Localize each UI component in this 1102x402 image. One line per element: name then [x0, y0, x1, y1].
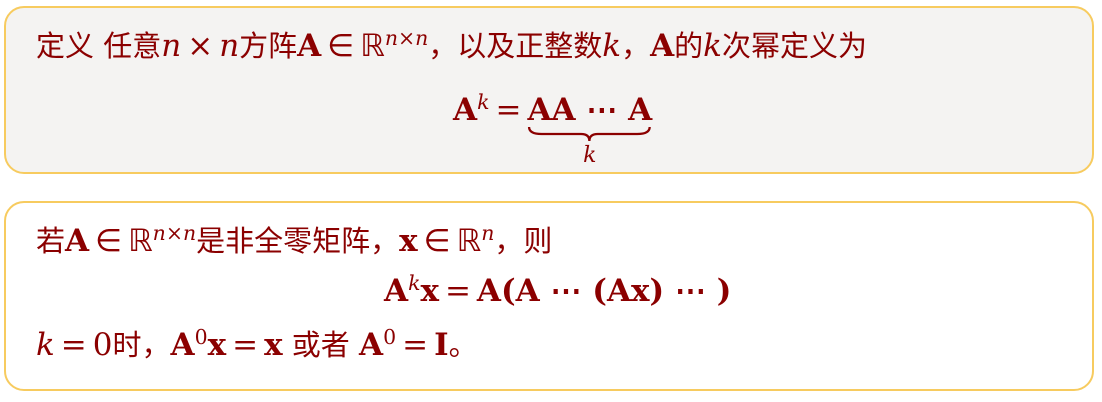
definition-label: 定义 [36, 29, 95, 63]
symbol-A: A [384, 273, 409, 309]
comma: ， [621, 29, 651, 63]
text-then: ，则 [494, 224, 553, 258]
symbol-R: ℝ [456, 223, 482, 259]
superscript-nxn: n×n [152, 220, 197, 245]
symbol-A: A [650, 28, 675, 64]
underbrace-label-k: k [583, 143, 597, 168]
superscript-k: k [408, 270, 421, 295]
text-power-defined-as: 次幂定义为 [721, 29, 867, 63]
equals-sign: = [232, 327, 259, 363]
superscript-n: n [481, 220, 495, 245]
symbol-n: n [161, 28, 182, 64]
symbol-n: n [219, 28, 240, 64]
superscript-zero: 0 [194, 324, 208, 349]
superscript-nxn: n×n [384, 25, 429, 50]
number-zero: 0 [92, 327, 113, 363]
symbol-k: k [36, 327, 55, 363]
nested-product-rhs: A(A ⋯ (Ax) ⋯ ) [476, 273, 732, 309]
equals-sign: = [444, 273, 471, 309]
symbol-in: ∈ [423, 223, 451, 259]
superscript-k: k [477, 89, 490, 114]
text-any: 任意 [94, 29, 162, 63]
symbol-x: x [264, 327, 283, 363]
symbol-x: x [420, 273, 439, 309]
symbol-A: A [297, 28, 322, 64]
text-if: 若 [36, 224, 66, 258]
definition-box: 定义 任意n × n方阵A ∈ ℝn×n，以及正整数k，A的k次幂定义为 Ak = AA ⋯… [4, 6, 1094, 174]
symbol-in: ∈ [327, 28, 355, 64]
symbol-x: x [207, 327, 227, 363]
superscript-zero: 0 [383, 324, 397, 349]
text-or: 或者 [282, 328, 359, 362]
symbol-k: k [602, 28, 622, 64]
property-condition-text: 若A ∈ ℝn×n是非全零矩阵，x ∈ ℝn，则 [36, 223, 552, 259]
equals-sign: = [60, 327, 87, 363]
symbol-R: ℝ [360, 28, 385, 64]
symbol-A: A [359, 327, 384, 363]
equals-sign: = [495, 92, 522, 128]
symbol-times: × [187, 28, 214, 64]
period: 。 [448, 328, 478, 362]
text-and-positive-integer: ，以及正整数 [428, 29, 603, 63]
symbol-A: A [170, 327, 195, 363]
symbol-A: A [65, 223, 90, 259]
nested-product-formula: Akx = A(A ⋯ (Ax) ⋯ ) [384, 273, 731, 309]
property-box: 若A ∈ ℝn×n是非全零矩阵，x ∈ ℝn，则 Akx = A(A ⋯ (Ax) ⋯ ) … [4, 201, 1094, 391]
text-when: 时， [112, 328, 171, 362]
text-of: 的 [674, 29, 704, 63]
symbol-k: k [703, 28, 722, 64]
power-definition-formula: Ak = AA ⋯ Ak [453, 89, 653, 168]
symbol-A: A [453, 92, 478, 128]
equals-sign: = [402, 327, 429, 363]
text-nonzero-matrix: 是非全零矩阵， [196, 224, 400, 258]
zero-power-text: k = 0时，A0x = x 或者 A0 = I。 [36, 327, 478, 363]
symbol-identity: I [434, 327, 449, 363]
symbol-R: ℝ [128, 223, 153, 259]
product-AA-A: AA ⋯ A [527, 92, 653, 128]
symbol-in: ∈ [95, 223, 123, 259]
underbrace-product: AA ⋯ A k [527, 92, 653, 168]
definition-text: 定义 任意n × n方阵A ∈ ℝn×n，以及正整数k，A的k次幂定义为 [36, 28, 867, 64]
symbol-x: x [399, 223, 418, 259]
text-square-matrix: 方阵 [239, 29, 298, 63]
